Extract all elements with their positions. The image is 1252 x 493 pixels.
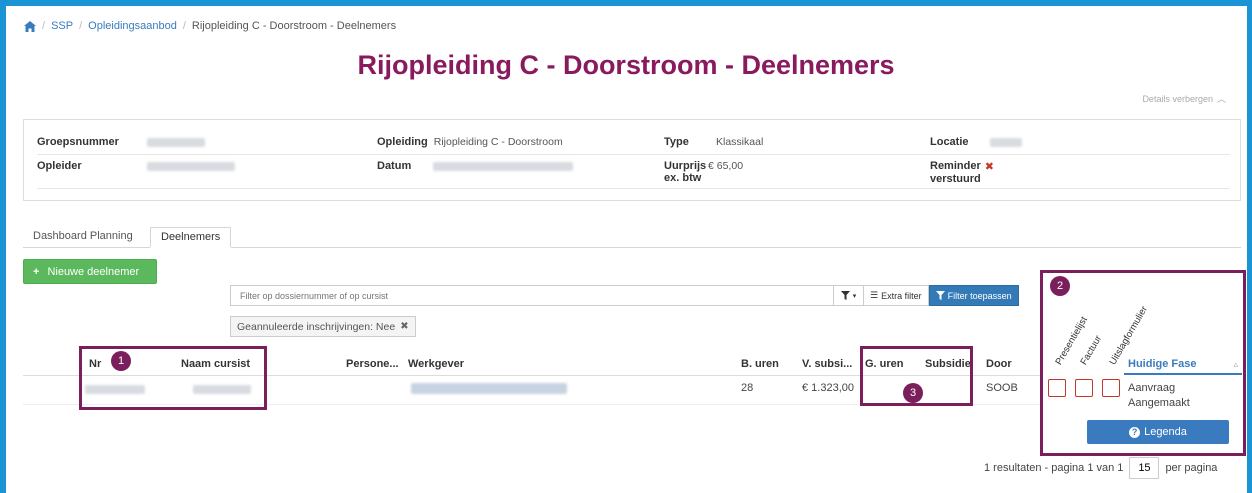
- pagination-summary: 1 resultaten - pagina 1 van 1: [984, 462, 1124, 474]
- uurprijs-label-line2: ex. btw: [664, 172, 702, 184]
- breadcrumb-current: Rijopleiding C - Doorstroom - Deelnemers: [191, 20, 397, 32]
- cell-v-subsi: € 1.323,00: [802, 382, 854, 394]
- datum-label: Datum: [377, 160, 412, 172]
- extra-filter-label: Extra filter: [881, 290, 922, 301]
- column-header-v-subsi[interactable]: V. subsi...: [802, 358, 852, 370]
- breadcrumb-separator: /: [42, 20, 46, 32]
- uurprijs-value: € 65,00: [708, 160, 744, 172]
- active-filter-chip-label: Geannuleerde inschrijvingen: Nee: [237, 320, 396, 333]
- funnel-icon: [840, 291, 850, 300]
- page-title: Rijopleiding C - Doorstroom - Deelnemers: [357, 50, 895, 80]
- opleider-value: [147, 162, 235, 171]
- active-filter-chip: Geannuleerde inschrijvingen: Nee ✖: [230, 316, 416, 337]
- per-page-input[interactable]: [1129, 457, 1160, 479]
- reminder-label-line2: verstuurd: [930, 173, 981, 185]
- caret-down-icon: ▾: [852, 292, 857, 300]
- column-header-b-uren[interactable]: B. uren: [741, 358, 779, 370]
- annotation-box-1: [79, 346, 267, 410]
- plus-icon: +: [33, 265, 40, 278]
- breadcrumb-link-ssp[interactable]: SSP: [51, 20, 73, 32]
- chevron-up-icon: ︿: [1216, 94, 1226, 104]
- close-icon: ✖: [984, 161, 994, 173]
- breadcrumb-separator: /: [182, 20, 186, 32]
- uurprijs-label: Uurprijs ex. btw: [664, 160, 708, 184]
- tab-deelnemers[interactable]: Deelnemers: [150, 227, 232, 248]
- column-header-persone[interactable]: Persone...: [346, 358, 399, 370]
- datum-value: [433, 162, 573, 171]
- funnel-icon: [935, 291, 945, 300]
- type-value: Klassikaal: [716, 136, 764, 148]
- type-label: Type: [664, 136, 689, 148]
- opleiding-value: Rijopleiding C - Doorstroom: [433, 136, 563, 148]
- cell-werkgever: [411, 383, 567, 394]
- reminder-label-line1: Reminder: [930, 160, 981, 172]
- groepsnummer-value: [147, 138, 205, 147]
- add-participant-button[interactable]: + Nieuwe deelnemer: [23, 259, 157, 284]
- breadcrumb-separator: /: [79, 20, 83, 32]
- breadcrumb: / SSP / Opleidingsaanbod / Rijopleiding …: [24, 20, 396, 32]
- list-icon: ☰: [870, 290, 879, 300]
- details-toggle-label: Details verbergen: [1142, 93, 1213, 104]
- filter-dropdown-button[interactable]: ▾: [834, 285, 864, 306]
- home-icon[interactable]: [24, 20, 36, 32]
- annotation-badge-1: 1: [111, 351, 131, 371]
- tab-dashboard-planning[interactable]: Dashboard Planning: [23, 227, 143, 248]
- extra-filter-button[interactable]: ☰ Extra filter: [864, 285, 929, 306]
- add-participant-label: Nieuwe deelnemer: [47, 265, 140, 278]
- annotation-badge-2: 2: [1050, 276, 1070, 296]
- tab-bar: Dashboard Planning Deelnemers: [23, 227, 1241, 248]
- per-page-label: per pagina: [1165, 462, 1218, 474]
- reminder-label: Reminder ✖ verstuurd: [930, 160, 994, 185]
- pagination: 1 resultaten - pagina 1 van 1 per pagina: [984, 457, 1217, 479]
- locatie-value: [990, 138, 1022, 147]
- search-input[interactable]: [230, 285, 834, 306]
- annotation-badge-3: 3: [903, 383, 923, 403]
- details-toggle[interactable]: Details verbergen ︿: [1142, 92, 1226, 105]
- groepsnummer-label: Groepsnummer: [37, 136, 119, 148]
- apply-filter-label: Filter toepassen: [947, 290, 1012, 301]
- opleider-label: Opleider: [37, 160, 82, 172]
- column-header-werkgever[interactable]: Werkgever: [408, 358, 464, 370]
- filter-bar: ▾ ☰ Extra filter Filter toepassen: [230, 285, 1019, 306]
- cell-door: SOOB: [986, 382, 1018, 394]
- opleiding-label: Opleiding: [377, 136, 428, 148]
- annotation-box-2: [1040, 270, 1246, 456]
- locatie-label: Locatie: [930, 136, 969, 148]
- cell-b-uren: 28: [741, 382, 754, 394]
- breadcrumb-link-opleidingsaanbod[interactable]: Opleidingsaanbod: [88, 20, 177, 32]
- apply-filter-button[interactable]: Filter toepassen: [928, 285, 1019, 306]
- uurprijs-label-line1: Uurprijs: [664, 160, 707, 172]
- info-panel: Groepsnummer Opleiding Rijopleiding C - …: [23, 119, 1241, 201]
- remove-filter-icon[interactable]: ✖: [400, 321, 408, 332]
- column-header-door[interactable]: Door: [986, 358, 1012, 370]
